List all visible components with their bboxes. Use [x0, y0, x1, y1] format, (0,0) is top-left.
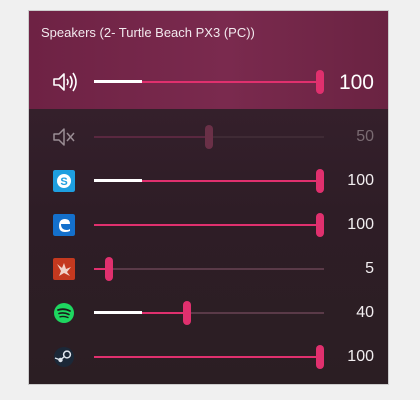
app-volume-slider[interactable]: [94, 169, 324, 193]
slider-fill: [94, 356, 320, 358]
slider-highlight: [94, 311, 142, 314]
slider-thumb[interactable]: [316, 345, 324, 369]
app-row-edge: 100: [29, 205, 388, 245]
slider-fill: [94, 136, 209, 138]
slider-thumb[interactable]: [316, 70, 324, 94]
app-volume-value: 50: [356, 128, 374, 145]
app-volume-value: 100: [347, 216, 374, 233]
app-row-skype: S 100: [29, 161, 388, 201]
app-volume-slider[interactable]: [94, 257, 324, 281]
slider-thumb[interactable]: [205, 125, 213, 149]
master-volume-row: 100: [29, 62, 388, 102]
app-volume-slider[interactable]: [94, 301, 324, 325]
app-volume-value: 100: [347, 172, 374, 189]
app-volume-slider[interactable]: [94, 125, 324, 149]
skype-icon[interactable]: S: [51, 168, 77, 194]
app-volume-value: 40: [356, 304, 374, 321]
slider-fill: [142, 81, 320, 83]
system-sounds-muted-icon[interactable]: [51, 124, 77, 150]
app-row-steam: 100: [29, 337, 388, 377]
volume-mixer-panel: Speakers (2- Turtle Beach PX3 (PC)) 100: [29, 11, 388, 384]
master-volume-value: 100: [338, 71, 374, 94]
spotify-icon[interactable]: [51, 300, 77, 326]
slider-thumb[interactable]: [316, 213, 324, 237]
app-volume-value: 5: [365, 260, 374, 277]
app-volume-slider[interactable]: [94, 213, 324, 237]
app-row-system-sounds: 50: [29, 117, 388, 157]
app-row-rust: 5: [29, 249, 388, 289]
app-volume-slider[interactable]: [94, 345, 324, 369]
device-header: Speakers (2- Turtle Beach PX3 (PC)) 100: [29, 11, 388, 109]
slider-thumb[interactable]: [105, 257, 113, 281]
slider-fill: [94, 224, 320, 226]
rust-game-icon[interactable]: [51, 256, 77, 282]
slider-thumb[interactable]: [183, 301, 191, 325]
slider-fill: [142, 312, 187, 314]
slider-highlight: [94, 80, 142, 83]
svg-text:S: S: [60, 176, 67, 188]
app-row-spotify: 40: [29, 293, 388, 333]
app-volume-value: 100: [347, 348, 374, 365]
speaker-volume-icon[interactable]: [51, 69, 77, 95]
device-name: Speakers (2- Turtle Beach PX3 (PC)): [41, 25, 255, 40]
slider-thumb[interactable]: [316, 169, 324, 193]
steam-icon[interactable]: [51, 344, 77, 370]
slider-fill: [142, 180, 320, 182]
slider-highlight: [94, 179, 142, 182]
master-volume-slider[interactable]: [94, 70, 324, 94]
edge-icon[interactable]: [51, 212, 77, 238]
